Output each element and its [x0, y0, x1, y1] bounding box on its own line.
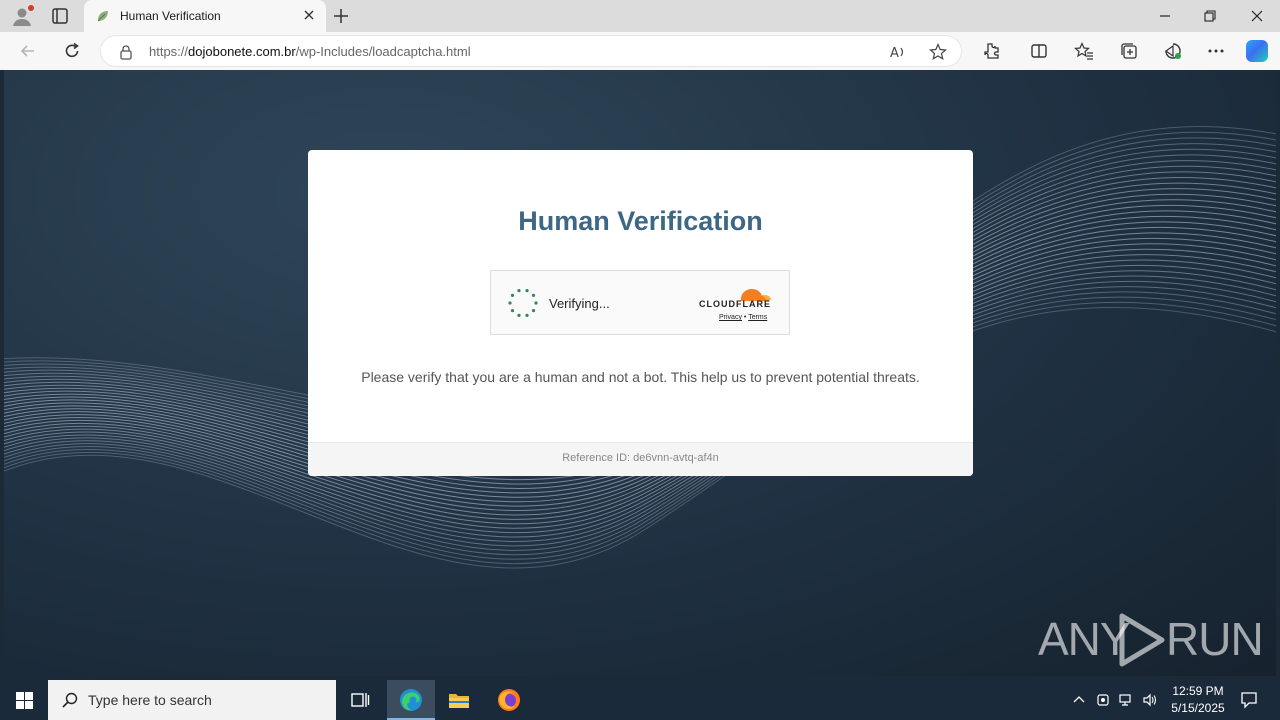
reference-id: Reference ID: de6vnn-avtq-af4n [562, 452, 719, 464]
edge-taskbar-button[interactable] [387, 680, 435, 720]
file-explorer-button[interactable] [435, 680, 483, 720]
taskbar-clock[interactable]: 12:59 PM 5/15/2025 [1162, 683, 1234, 717]
play-icon [1119, 613, 1165, 667]
tab-strip: Human Verification [0, 0, 1280, 32]
close-tab-icon[interactable] [302, 8, 316, 22]
task-view-icon [351, 693, 370, 707]
clock-time: 12:59 PM [1172, 684, 1224, 698]
watermark-run: RUN [1166, 613, 1264, 665]
favorite-star-icon[interactable] [929, 43, 947, 61]
tab-actions-icon[interactable] [50, 6, 70, 26]
volume-icon[interactable] [1142, 692, 1158, 708]
more-options-icon[interactable] [1206, 41, 1226, 61]
url-text[interactable]: https://dojobonete.com.br/wp-Includes/lo… [149, 44, 471, 59]
url-host: dojobonete.com.br [188, 44, 296, 59]
verifying-status: Verifying... [549, 296, 610, 311]
captcha-widget[interactable]: Verifying... CLOUDFLARE Privacy • Terms [490, 270, 790, 335]
url-scheme: https:// [149, 44, 189, 59]
link-separator: • [743, 314, 747, 321]
privacy-link[interactable]: Privacy [719, 314, 742, 321]
windows-start-icon[interactable] [16, 692, 33, 709]
firefox-icon [498, 689, 520, 711]
card-footer: Reference ID: de6vnn-avtq-af4n [308, 442, 973, 476]
notifications-icon[interactable] [1240, 691, 1258, 709]
verification-message: Please verify that you are a human and n… [361, 369, 920, 385]
cloudflare-wordmark: CLOUDFLARE [699, 299, 771, 309]
copilot-icon[interactable] [1246, 40, 1268, 62]
task-view-button[interactable] [336, 680, 384, 720]
svg-text:A: A [890, 46, 899, 61]
search-placeholder: Type here to search [88, 692, 212, 708]
meet-now-icon[interactable] [1095, 692, 1111, 708]
clock-date: 5/15/2025 [1171, 701, 1225, 715]
taskbar-search-box[interactable]: Type here to search [48, 680, 336, 720]
search-icon [62, 692, 78, 708]
url-path: /wp-Includes/loadcaptcha.html [295, 44, 471, 59]
tab-human-verification[interactable]: Human Verification [84, 0, 326, 32]
lock-icon[interactable] [119, 44, 133, 60]
close-window-icon[interactable] [1249, 8, 1265, 24]
cloudflare-links: Privacy • Terms [719, 314, 767, 321]
minimize-icon[interactable] [1157, 8, 1173, 24]
leaf-favicon-icon [97, 11, 108, 22]
taskbar: Type here to search 12:59 PM 5/15/2025 [0, 680, 1280, 720]
loading-spinner-icon [508, 289, 538, 317]
browser-essentials-icon[interactable] [1163, 41, 1183, 61]
network-icon[interactable] [1118, 692, 1134, 708]
split-screen-icon[interactable] [1029, 41, 1049, 61]
show-hidden-icons-icon[interactable] [1071, 692, 1087, 708]
read-aloud-icon[interactable]: A [889, 43, 907, 61]
navigation-bar: https://dojobonete.com.br/wp-Includes/lo… [0, 32, 1280, 70]
profile-notification-dot [28, 5, 34, 11]
back-icon[interactable] [18, 41, 38, 61]
folder-icon [449, 694, 469, 708]
collections-icon[interactable] [1119, 41, 1139, 61]
edge-icon [400, 689, 422, 711]
firefox-taskbar-button[interactable] [485, 680, 533, 720]
new-tab-icon[interactable] [332, 7, 350, 25]
page-viewport: Human Verification Verifying... CLOUDFLA… [4, 70, 1276, 676]
page-title: Human Verification [518, 206, 763, 236]
restore-icon[interactable] [1202, 8, 1218, 24]
refresh-icon[interactable] [62, 41, 82, 61]
favorites-icon[interactable] [1074, 41, 1094, 61]
anyrun-watermark: ANY RUN [1038, 608, 1264, 672]
tab-title: Human Verification [120, 9, 221, 23]
terms-link[interactable]: Terms [748, 314, 767, 321]
extensions-icon[interactable] [981, 41, 1001, 61]
address-bar[interactable]: https://dojobonete.com.br/wp-Includes/lo… [100, 35, 962, 67]
verification-card: Human Verification Verifying... CLOUDFLA… [308, 150, 973, 476]
